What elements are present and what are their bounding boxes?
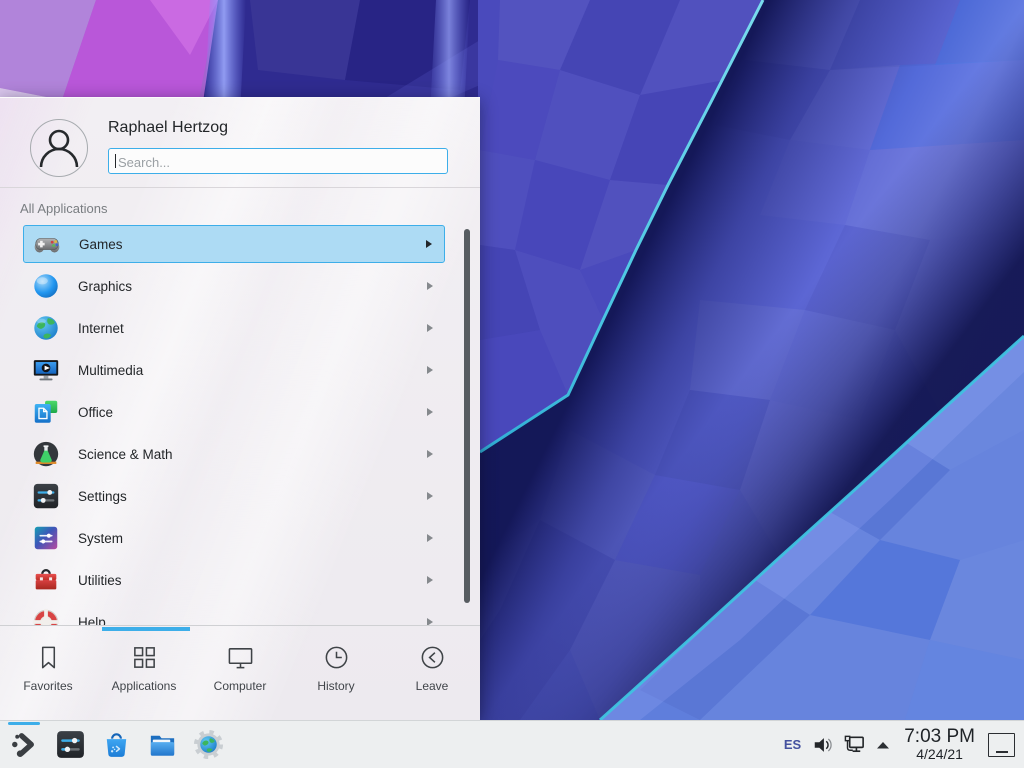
expand-tray-button[interactable] xyxy=(875,739,891,751)
category-label: Utilities xyxy=(78,573,122,588)
category-label: Settings xyxy=(78,489,127,504)
list-scrollbar[interactable] xyxy=(464,229,470,603)
system-settings-icon xyxy=(54,728,87,761)
konqueror-icon xyxy=(192,728,225,761)
dolphin-button[interactable] xyxy=(146,728,179,761)
lifebuoy-icon xyxy=(31,607,61,625)
section-label: All Applications xyxy=(20,201,107,216)
konqueror-button[interactable] xyxy=(192,728,225,761)
submenu-arrow-icon xyxy=(426,240,432,248)
sliders-icon xyxy=(31,481,61,511)
toolbox-icon xyxy=(31,565,61,595)
submenu-arrow-icon xyxy=(427,282,433,290)
footer-separator xyxy=(0,625,480,626)
category-label: System xyxy=(78,531,123,546)
desktop: Raphael Hertzog All Applications Games xyxy=(0,0,1024,768)
network-button[interactable] xyxy=(843,733,866,756)
category-label: Science & Math xyxy=(78,447,173,462)
tab-label: Favorites xyxy=(23,679,72,693)
taskbar-launchers xyxy=(0,728,225,761)
computer-icon xyxy=(227,644,254,671)
category-science-math[interactable]: Science & Math xyxy=(23,435,445,473)
tab-label: Computer xyxy=(214,679,267,693)
application-launcher: Raphael Hertzog All Applications Games xyxy=(0,97,480,720)
launcher-tab-bar: Favorites Applications C xyxy=(0,631,480,721)
bookmark-icon xyxy=(35,644,62,671)
category-system[interactable]: System xyxy=(23,519,445,557)
globe-icon xyxy=(31,313,61,343)
digital-clock[interactable]: 7:03 PM 4/24/21 xyxy=(900,727,979,762)
system-tray: ES xyxy=(782,727,1024,762)
system-settings-button[interactable] xyxy=(54,728,87,761)
submenu-arrow-icon xyxy=(427,492,433,500)
category-help[interactable]: Help xyxy=(23,603,445,625)
category-graphics[interactable]: Graphics xyxy=(23,267,445,305)
kickoff-icon xyxy=(8,728,41,761)
tab-label: History xyxy=(317,679,354,693)
tab-favorites[interactable]: Favorites xyxy=(0,631,96,721)
volume-icon xyxy=(812,734,834,756)
discover-icon xyxy=(100,728,133,761)
system-sliders-icon xyxy=(31,523,61,553)
tab-history[interactable]: History xyxy=(288,631,384,721)
submenu-arrow-icon xyxy=(427,408,433,416)
category-label: Games xyxy=(79,237,123,252)
flask-icon xyxy=(31,439,61,469)
category-list: Games Graphics xyxy=(0,225,480,625)
user-icon xyxy=(31,120,87,176)
tab-label: Leave xyxy=(416,679,449,693)
clock-time: 7:03 PM xyxy=(904,727,975,747)
category-label: Multimedia xyxy=(78,363,143,378)
documents-icon xyxy=(31,397,61,427)
active-launcher-indicator xyxy=(8,722,40,725)
leave-icon xyxy=(419,644,446,671)
submenu-arrow-icon xyxy=(427,576,433,584)
kickoff-launcher-button[interactable] xyxy=(8,728,41,761)
tab-leave[interactable]: Leave xyxy=(384,631,480,721)
header-separator xyxy=(0,187,480,188)
sphere-icon xyxy=(31,271,61,301)
submenu-arrow-icon xyxy=(427,324,433,332)
clock-date: 4/24/21 xyxy=(904,747,975,762)
discover-button[interactable] xyxy=(100,728,133,761)
submenu-arrow-icon xyxy=(427,618,433,625)
category-utilities[interactable]: Utilities xyxy=(23,561,445,599)
tab-label: Applications xyxy=(112,679,177,693)
submenu-arrow-icon xyxy=(427,366,433,374)
clock-icon xyxy=(323,644,350,671)
tab-applications[interactable]: Applications xyxy=(96,631,192,721)
monitor-play-icon xyxy=(31,355,61,385)
category-settings[interactable]: Settings xyxy=(23,477,445,515)
category-multimedia[interactable]: Multimedia xyxy=(23,351,445,389)
category-label: Internet xyxy=(78,321,124,336)
gamepad-icon xyxy=(32,229,62,259)
search-input[interactable] xyxy=(108,148,448,174)
category-games[interactable]: Games xyxy=(23,225,445,263)
user-name: Raphael Hertzog xyxy=(108,119,228,137)
submenu-arrow-icon xyxy=(427,534,433,542)
volume-button[interactable] xyxy=(812,734,834,756)
grid-icon xyxy=(131,644,158,671)
category-label: Graphics xyxy=(78,279,132,294)
category-office[interactable]: Office xyxy=(23,393,445,431)
keyboard-layout-indicator[interactable]: ES xyxy=(782,737,803,752)
folder-icon xyxy=(146,728,179,761)
network-icon xyxy=(843,733,866,756)
category-internet[interactable]: Internet xyxy=(23,309,445,347)
user-avatar[interactable] xyxy=(30,119,88,177)
category-label: Office xyxy=(78,405,113,420)
taskbar: ES xyxy=(0,720,1024,768)
show-desktop-button[interactable] xyxy=(988,733,1015,757)
chevron-up-icon xyxy=(875,739,891,751)
tab-computer[interactable]: Computer xyxy=(192,631,288,721)
category-label: Help xyxy=(78,615,106,626)
submenu-arrow-icon xyxy=(427,450,433,458)
